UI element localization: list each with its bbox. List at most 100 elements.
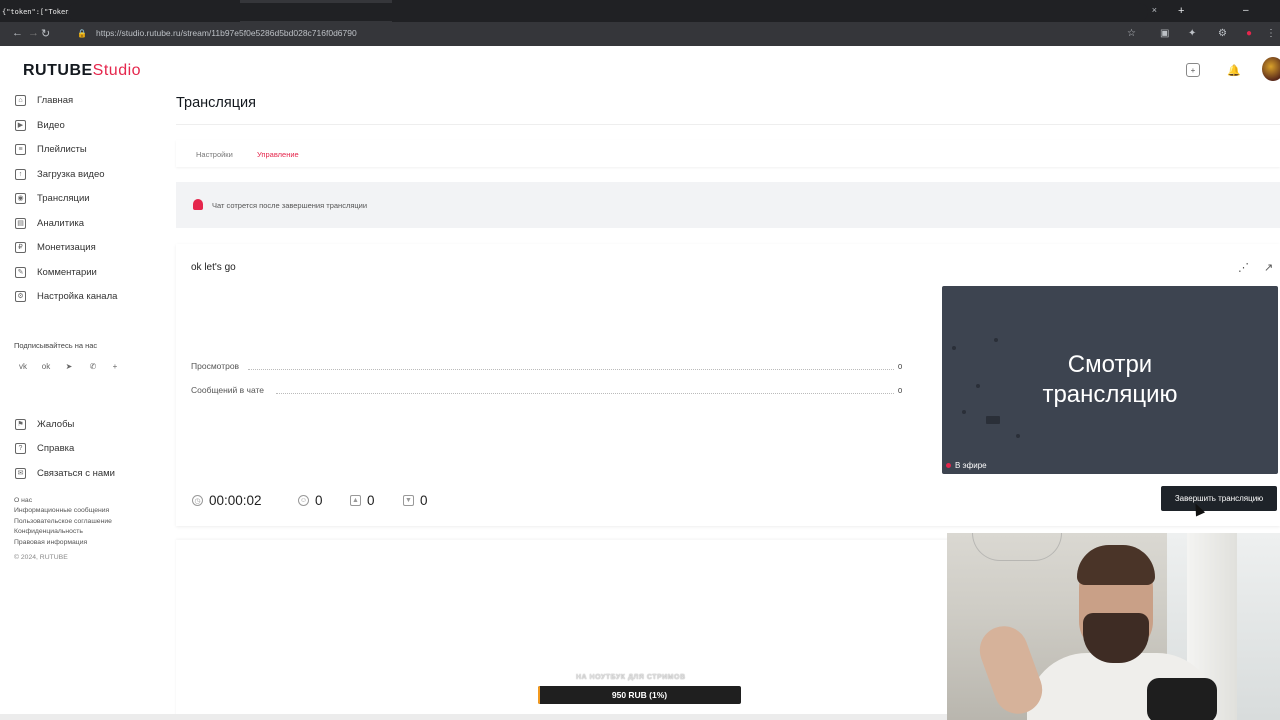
notification-bell-icon[interactable]: 🔔 [1227,63,1241,77]
url-box[interactable] [68,3,1148,21]
preview-caption-line2: трансляцию [1042,381,1178,408]
forward-icon[interactable]: → [28,27,39,39]
sidebar-item[interactable]: ↑ Загрузка видео [15,166,105,182]
extensions-icon[interactable]: ▣ [1160,28,1169,39]
footer-link[interactable]: Конфиденциальность [14,528,83,535]
settings-icon: ⚙ [15,290,26,302]
sidebar-item[interactable]: ✎ Комментарии [15,264,97,280]
tab-management[interactable]: Управление [257,150,299,159]
donation-goal-title: НА НОУТБУК ДЛЯ СТРИМОВ [576,674,686,681]
sidebar-item[interactable]: ▤ Аналитика [15,215,84,231]
more-social-icon[interactable]: + [110,362,120,371]
share-icon[interactable]: ⋰ [1238,261,1249,274]
clock-icon: ◷ [192,495,203,506]
chat-messages-dots [276,393,894,394]
rutube-studio-logo[interactable]: RUTUBEStudio [23,62,141,80]
comment-icon: ✎ [15,266,26,278]
webcam-hair [1077,545,1155,585]
extension-badge-icon[interactable]: ● [1246,28,1252,39]
upload-icon: ↑ [15,168,26,180]
logo-sub-text: Studio [92,62,142,79]
preview-caption-line1: Смотри [1067,351,1153,378]
home-icon: ⌂ [15,94,26,106]
video-icon: ▶ [15,119,26,131]
sidebar-item[interactable]: ₽ Монетизация [15,239,96,255]
new-tab-button[interactable]: + [1178,5,1184,17]
footer-link[interactable]: Правовая информация [14,539,87,546]
sidebar-support-item[interactable]: ✉ Связаться с нами [15,465,115,481]
logo-main-text: RUTUBE [23,62,93,79]
live-label: В эфире [955,461,987,470]
sidebar-item[interactable]: ▶ Видео [15,117,65,133]
donation-progress-bar: 950 RUB (1%) [538,686,741,704]
sidebar-item[interactable]: ◉ Трансляции [15,190,90,206]
sidebar-item-label: Настройка канала [37,290,118,302]
puzzle-icon[interactable]: ✦ [1188,28,1196,39]
sidebar-item-label: Плейлисты [37,143,87,155]
money-icon: ₽ [15,241,26,253]
tab-settings[interactable]: Настройки [196,150,233,159]
end-stream-button[interactable]: Завершить трансляцию [1161,486,1277,511]
sidebar-item-label: Монетизация [37,241,96,253]
chat-messages-label: Сообщений в чате [191,385,265,395]
telegram-social-icon[interactable]: ➤ [64,362,74,371]
contact-icon: ✉ [15,467,26,479]
live-dot-icon [946,463,951,468]
stream-preview[interactable]: Смотри трансляцию [942,286,1278,474]
dislikes-stat: ▼ 0 [403,493,428,508]
stream-title: ok let's go [191,262,236,273]
webcam-overlay [947,533,1280,720]
sidebar-item[interactable]: ⚙ Настройка канала [15,288,117,304]
sidebar-item[interactable]: ⌂ Главная [15,92,73,108]
likes-value: 0 [367,493,375,508]
sidebar-item-label: Главная [37,94,74,106]
donation-amount: 950 RUB (1%) [611,690,668,700]
tab-close-icon[interactable]: × [1152,5,1157,15]
avatar[interactable] [1262,57,1280,81]
preview-caption: Смотри трансляцию [942,350,1278,410]
sidebar-item-label: Видео [37,119,65,131]
webcam-microphone [1147,678,1217,720]
sidebar-item[interactable]: ≡ Плейлисты [15,141,87,157]
reload-icon[interactable]: ↻ [41,27,50,40]
sidebar-support-item[interactable]: ? Справка [15,440,74,456]
viewer-icon: ☺ [298,495,309,506]
footer-link[interactable]: Информационные сообщения [14,507,109,514]
webcam-chandelier [972,533,1062,561]
footer-link[interactable]: О нас [14,497,32,504]
sidebar-support-label: Жалобы [37,418,75,430]
bottom-scrollbar[interactable] [0,714,947,720]
minimize-icon[interactable]: – [1243,5,1249,16]
title-divider [176,124,1280,125]
lock-icon[interactable]: 🔒 [77,29,87,38]
upload-header-icon[interactable]: + [1186,63,1200,77]
duration-value: 00:00:02 [209,493,262,508]
sidebar-item-label: Загрузка видео [37,168,105,180]
live-badge: В эфире [946,461,987,470]
vk-social-icon[interactable]: vk [18,362,28,371]
bookmark-star-icon[interactable]: ☆ [1127,28,1136,39]
views-label: Просмотров [191,361,240,371]
page-title: Трансляция [176,95,256,111]
footer-link[interactable]: Пользовательское соглашение [14,518,112,525]
flag-icon: ⚑ [15,418,26,430]
ok-social-icon[interactable]: ok [41,362,51,371]
back-icon[interactable]: ← [12,27,23,39]
thumbs-down-icon: ▼ [403,495,414,506]
tabs-card [176,140,1280,167]
follow-us-label: Подписывайтесь на нас [14,341,98,350]
playlist-icon: ≡ [15,143,26,155]
sidebar-support-item[interactable]: ⚑ Жалобы [15,416,74,432]
views-value: 0 [898,362,903,371]
sidebar-support-label: Связаться с нами [37,467,115,479]
menu-icon[interactable]: ⋮ [1266,28,1276,39]
profile-icon[interactable]: ⚙ [1218,28,1227,39]
url-text[interactable]: https://studio.rutube.ru/stream/11b97e5f… [96,28,357,38]
open-external-icon[interactable]: ↗ [1264,261,1273,274]
notice-text: Чат сотрется после завершения трансляции [212,201,368,210]
copyright-text: © 2024, RUTUBE [14,554,68,561]
sidebar-item-label: Аналитика [37,217,85,229]
help-icon: ? [15,442,26,454]
viber-social-icon[interactable]: ✆ [88,362,98,371]
thumbs-up-icon: ▲ [350,495,361,506]
